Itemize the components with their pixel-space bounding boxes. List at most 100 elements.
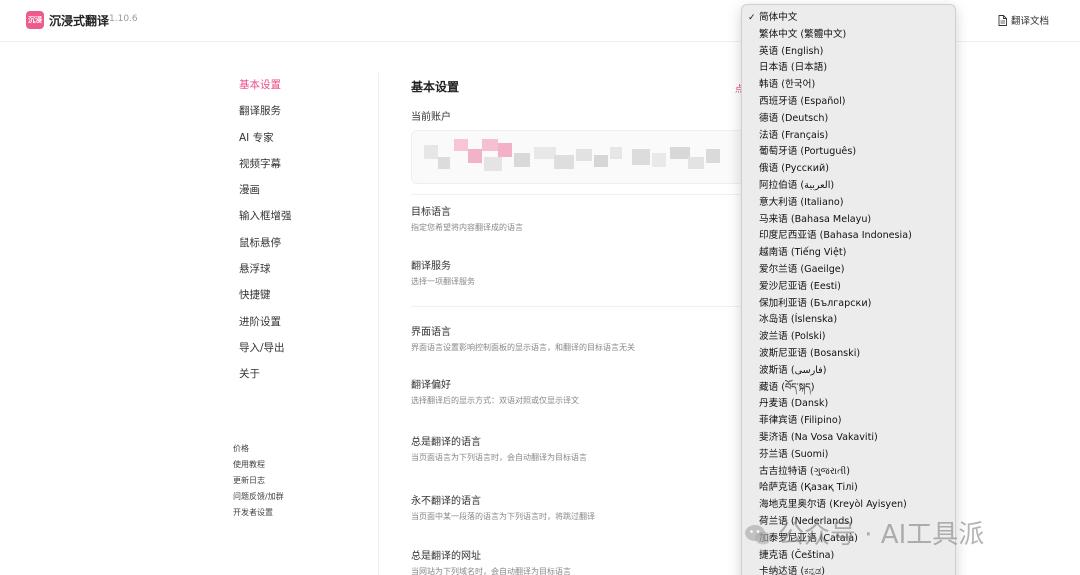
- language-option-label: 芬兰语 (Suomi): [759, 448, 829, 460]
- setting-always-translate-urls[interactable]: 总是翻译的网址 当网站为下列域名时，会自动翻译为目标语言: [411, 550, 571, 575]
- sidebar-footer-links: 价格 使用教程 更新日志 问题反馈/加群 开发者设置: [233, 443, 284, 523]
- setting-description: 当页面中某一段落的语言为下列语言时，将跳过翻译: [411, 512, 595, 521]
- language-option-label: 俄语 (Русский): [759, 163, 829, 175]
- redacted-account-info: [424, 139, 744, 177]
- language-option[interactable]: 斐济语 (Na Vosa Vakaviti): [742, 430, 955, 447]
- setting-title: 总是翻译的网址: [411, 551, 481, 562]
- setting-description: 选择翻译后的显示方式：双语对照或仅显示译文: [411, 396, 579, 405]
- language-option-label: 菲律宾语 (Filipino): [759, 415, 842, 427]
- sidebar-item-about[interactable]: 关于: [239, 367, 359, 393]
- language-option[interactable]: 菲律宾语 (Filipino): [742, 413, 955, 430]
- language-option[interactable]: 保加利亚语 (Български): [742, 296, 955, 313]
- language-option[interactable]: 法语 (Français): [742, 128, 955, 145]
- language-option[interactable]: 日本语 (日本語): [742, 60, 955, 77]
- language-option[interactable]: 西班牙语 (Español): [742, 94, 955, 111]
- tutorial-link[interactable]: 使用教程: [233, 459, 284, 475]
- page-title: 基本设置: [411, 80, 460, 94]
- language-option[interactable]: 冰岛语 (Íslenska): [742, 312, 955, 329]
- language-option[interactable]: 藏语 (བོད་སྐད): [742, 380, 955, 397]
- setting-translation-service[interactable]: 翻译服务 选择一项翻译服务: [411, 260, 475, 288]
- setting-description: 界面语言设置影响控制面板的显示语言，和翻译的目标语言无关: [411, 343, 635, 352]
- language-option[interactable]: 意大利语 (Italiano): [742, 195, 955, 212]
- language-option-label: 德语 (Deutsch): [759, 112, 829, 124]
- language-option[interactable]: 葡萄牙语 (Português): [742, 144, 955, 161]
- language-option[interactable]: 海地克里奥尔语 (Kreyòl Ayisyen): [742, 497, 955, 514]
- language-option-label: 繁体中文 (繁體中文): [759, 28, 847, 40]
- sidebar-item-import-export[interactable]: 导入/导出: [239, 341, 359, 367]
- language-option-label: 波斯语 (فارسی): [759, 364, 827, 376]
- changelog-link[interactable]: 更新日志: [233, 475, 284, 491]
- language-option-label: 斐济语 (Na Vosa Vakaviti): [759, 431, 878, 443]
- sidebar-item-ai-experts[interactable]: AI 专家: [239, 131, 359, 157]
- language-option[interactable]: 古吉拉特语 (ગુજરાતી): [742, 464, 955, 481]
- document-icon: [998, 15, 1007, 26]
- language-option-label: 印度尼西亚语 (Bahasa Indonesia): [759, 230, 912, 242]
- language-option-label: 爱沙尼亚语 (Eesti): [759, 280, 841, 292]
- language-option-label: 古吉拉特语 (ગુજરાતી): [759, 465, 850, 477]
- language-option-label: 简体中文: [759, 12, 798, 23]
- language-option[interactable]: 爱沙尼亚语 (Eesti): [742, 279, 955, 296]
- language-option-label: 波斯尼亚语 (Bosanski): [759, 347, 861, 359]
- setting-description: 当页面语言为下列语言时，会自动翻译为目标语言: [411, 453, 587, 462]
- language-option[interactable]: 波兰语 (Polski): [742, 329, 955, 346]
- language-option[interactable]: 印度尼西亚语 (Bahasa Indonesia): [742, 228, 955, 245]
- language-option[interactable]: 芬兰语 (Suomi): [742, 447, 955, 464]
- language-option[interactable]: 波斯尼亚语 (Bosanski): [742, 346, 955, 363]
- separator: [411, 306, 751, 307]
- language-option[interactable]: 阿拉伯语 (العربية): [742, 178, 955, 195]
- language-option[interactable]: ✓ 简体中文: [742, 10, 955, 27]
- language-option[interactable]: 马来语 (Bahasa Melayu): [742, 212, 955, 229]
- language-option[interactable]: 俄语 (Русский): [742, 161, 955, 178]
- setting-translation-preference[interactable]: 翻译偏好 选择翻译后的显示方式：双语对照或仅显示译文: [411, 379, 579, 407]
- watermark-text: 公众号 · AI工具派: [778, 520, 985, 550]
- language-option[interactable]: 英语 (English): [742, 44, 955, 61]
- language-option-label: 葡萄牙语 (Português): [759, 146, 857, 158]
- language-option-label: 法语 (Français): [759, 129, 829, 141]
- sidebar-item-mouse-hover[interactable]: 鼠标悬停: [239, 236, 359, 262]
- language-option[interactable]: 繁体中文 (繁體中文): [742, 27, 955, 44]
- account-label: 当前账户: [411, 112, 451, 123]
- language-option-label: 波兰语 (Polski): [759, 331, 826, 343]
- language-option[interactable]: 丹麦语 (Dansk): [742, 396, 955, 413]
- sidebar-item-floating-ball[interactable]: 悬浮球: [239, 262, 359, 288]
- sidebar-item-basic-settings[interactable]: 基本设置: [239, 78, 359, 104]
- language-option-label: 海地克里奥尔语 (Kreyòl Ayisyen): [759, 499, 907, 511]
- setting-description: 指定您希望将内容翻译成的语言: [411, 223, 523, 232]
- language-option[interactable]: 哈萨克语 (Қазақ Тілі): [742, 480, 955, 497]
- language-option-label: 意大利语 (Italiano): [759, 196, 844, 208]
- sidebar-item-input-box[interactable]: 输入框增强: [239, 209, 359, 235]
- doc-link-label: 翻译文档: [1011, 16, 1050, 27]
- sidebar-item-video-subtitles[interactable]: 视频字幕: [239, 157, 359, 183]
- setting-interface-language[interactable]: 界面语言 界面语言设置影响控制面板的显示语言，和翻译的目标语言无关: [411, 326, 635, 354]
- language-option[interactable]: 波斯语 (فارسی): [742, 363, 955, 380]
- language-option[interactable]: 越南语 (Tiếng Việt): [742, 245, 955, 262]
- sidebar-item-manga[interactable]: 漫画: [239, 183, 359, 209]
- setting-title: 永不翻译的语言: [411, 496, 481, 507]
- language-dropdown-menu[interactable]: ✓ 简体中文 繁体中文 (繁體中文) 英语 (English) 日本语 (日本語) 韩语 …: [741, 4, 956, 575]
- setting-always-translate-languages[interactable]: 总是翻译的语言 当页面语言为下列语言时，会自动翻译为目标语言: [411, 436, 587, 464]
- language-option-label: 冰岛语 (Íslenska): [759, 314, 838, 326]
- translation-docs-link[interactable]: 翻译文档: [998, 13, 1049, 27]
- app-name: 沉浸式翻译: [49, 14, 110, 28]
- sidebar-item-shortcuts[interactable]: 快捷键: [239, 288, 359, 314]
- setting-never-translate-languages[interactable]: 永不翻译的语言 当页面中某一段落的语言为下列语言时，将跳过翻译: [411, 495, 595, 523]
- language-option-label: 卡纳达语 (ಕನ್ನಡ): [759, 566, 825, 575]
- pricing-link[interactable]: 价格: [233, 443, 284, 459]
- setting-title: 目标语言: [411, 207, 451, 218]
- language-option-label: 藏语 (བོད་སྐད): [759, 381, 815, 393]
- setting-target-language[interactable]: 目标语言 指定您希望将内容翻译成的语言: [411, 206, 523, 234]
- developer-settings-link[interactable]: 开发者设置: [233, 507, 284, 523]
- language-option-label: 韩语 (한국어): [759, 79, 816, 91]
- sidebar-item-translation-services[interactable]: 翻译服务: [239, 104, 359, 130]
- language-option-label: 西班牙语 (Español): [759, 95, 846, 107]
- account-info-box: [411, 130, 751, 184]
- language-option-label: 阿拉伯语 (العربية): [759, 179, 835, 191]
- sidebar-item-advanced[interactable]: 进阶设置: [239, 315, 359, 341]
- language-option[interactable]: 卡纳达语 (ಕನ್ನಡ): [742, 564, 955, 575]
- language-option[interactable]: 爱尔兰语 (Gaeilge): [742, 262, 955, 279]
- language-option[interactable]: 韩语 (한국어): [742, 77, 955, 94]
- setting-title: 总是翻译的语言: [411, 437, 481, 448]
- setting-description: 当网站为下列域名时，会自动翻译为目标语言: [411, 567, 571, 575]
- feedback-link[interactable]: 问题反馈/加群: [233, 491, 284, 507]
- language-option[interactable]: 德语 (Deutsch): [742, 111, 955, 128]
